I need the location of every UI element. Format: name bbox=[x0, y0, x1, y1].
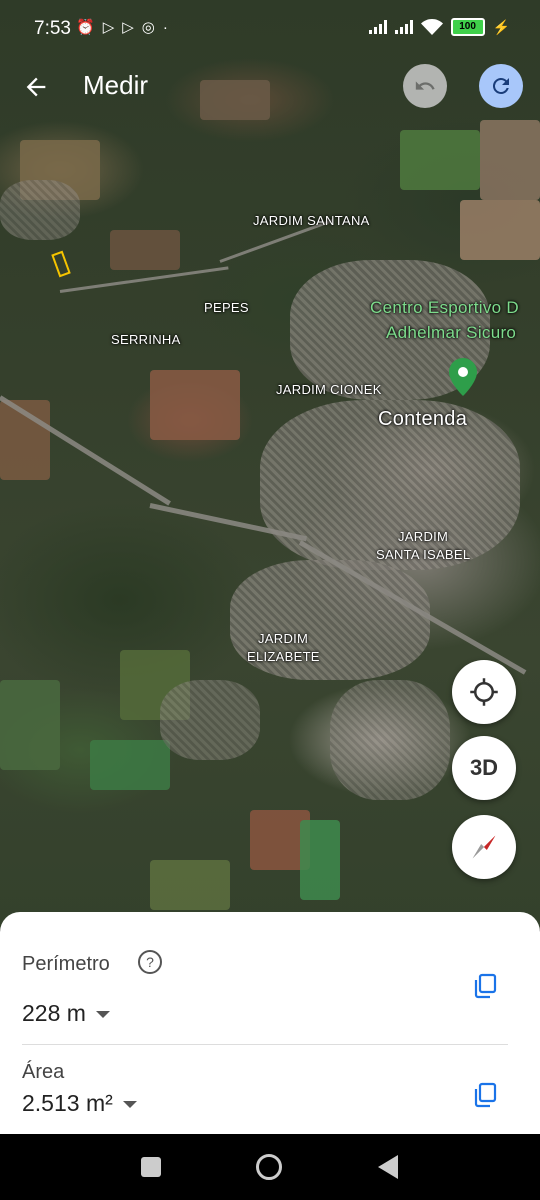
map-label-jardim-cionek: JARDIM CIONEK bbox=[276, 382, 382, 397]
area-value-text: 2.513 m² bbox=[22, 1090, 113, 1116]
map-label-jardim-elizabete-1: JARDIM bbox=[258, 631, 309, 646]
map-pin-icon[interactable] bbox=[449, 358, 477, 396]
3d-toggle-button[interactable]: 3D bbox=[452, 736, 516, 800]
undo-button[interactable] bbox=[403, 64, 447, 108]
charging-icon: ⚡ bbox=[492, 18, 510, 35]
back-button[interactable] bbox=[22, 66, 58, 106]
map-label-jardim-santa-isabel-2: SANTA ISABEL bbox=[376, 547, 471, 562]
map-label-jardim-santana: JARDIM SANTANA bbox=[253, 213, 370, 228]
map-label-pepes: PEPES bbox=[204, 300, 249, 315]
notification-icons: ⏰▷▷◎· bbox=[76, 18, 176, 36]
map-label-jardim-santa-isabel-1: JARDIM bbox=[398, 529, 449, 544]
dropdown-caret-icon[interactable] bbox=[95, 1011, 110, 1019]
play-icon: ▷ bbox=[102, 19, 123, 36]
my-location-button[interactable] bbox=[452, 660, 516, 724]
my-location-icon bbox=[470, 678, 498, 706]
area-value[interactable]: 2.513 m² bbox=[22, 1090, 137, 1117]
map-label-jardim-elizabete-2: ELIZABETE bbox=[247, 649, 320, 664]
perimeter-label: Perímetro bbox=[22, 953, 110, 975]
home-icon bbox=[256, 1154, 282, 1180]
recents-button[interactable] bbox=[141, 1157, 161, 1177]
help-icon[interactable]: ? bbox=[138, 950, 162, 974]
recents-icon bbox=[141, 1157, 161, 1177]
system-nav-bar bbox=[0, 1134, 540, 1200]
home-button[interactable] bbox=[256, 1154, 282, 1180]
measurement-sheet: Perímetro ? 228 m Área 2.513 m² bbox=[0, 912, 540, 1134]
perimeter-value-text: 228 m bbox=[22, 1000, 86, 1026]
wifi-icon bbox=[420, 19, 443, 35]
status-bar: 7:53 ⏰▷▷◎· 100 ⚡ bbox=[0, 0, 540, 58]
signal-icon bbox=[368, 20, 387, 34]
alarm-icon: ⏰ bbox=[76, 19, 103, 36]
copy-area-icon[interactable] bbox=[473, 1082, 497, 1108]
map-label-poi-line1[interactable]: Centro Esportivo D bbox=[370, 296, 519, 320]
divider bbox=[22, 1044, 508, 1045]
compass-button[interactable] bbox=[452, 815, 516, 879]
perimeter-value[interactable]: 228 m bbox=[22, 1000, 110, 1027]
undo-icon bbox=[415, 81, 435, 90]
battery-icon: 100 bbox=[450, 18, 485, 36]
arrow-back-icon bbox=[26, 77, 46, 97]
copy-perimeter-icon[interactable] bbox=[473, 973, 497, 999]
map-label-contenda: Contenda bbox=[378, 408, 468, 430]
dot-icon: · bbox=[162, 19, 176, 36]
measured-area-outline bbox=[51, 250, 71, 278]
back-nav-button[interactable] bbox=[378, 1155, 398, 1184]
satellite-map[interactable]: JARDIM SANTANA PEPES SERRINHA JARDIM CIO… bbox=[0, 0, 540, 930]
back-icon bbox=[378, 1155, 398, 1179]
map-label-serrinha: SERRINHA bbox=[111, 332, 181, 347]
page-title: Medir bbox=[83, 70, 149, 100]
redo-button[interactable] bbox=[479, 64, 523, 108]
redo-icon bbox=[492, 77, 509, 94]
area-label: Área bbox=[22, 1061, 65, 1083]
top-app-bar: Medir bbox=[0, 58, 540, 114]
map-label-poi-line2[interactable]: Adhelmar Sicuro bbox=[386, 321, 516, 345]
status-time: 7:53 bbox=[34, 18, 71, 39]
compass-icon bbox=[472, 835, 496, 859]
instagram-icon: ◎ bbox=[141, 19, 163, 36]
signal-icon bbox=[394, 20, 413, 34]
dropdown-caret-icon[interactable] bbox=[122, 1101, 137, 1109]
play-icon: ▷ bbox=[122, 19, 142, 36]
